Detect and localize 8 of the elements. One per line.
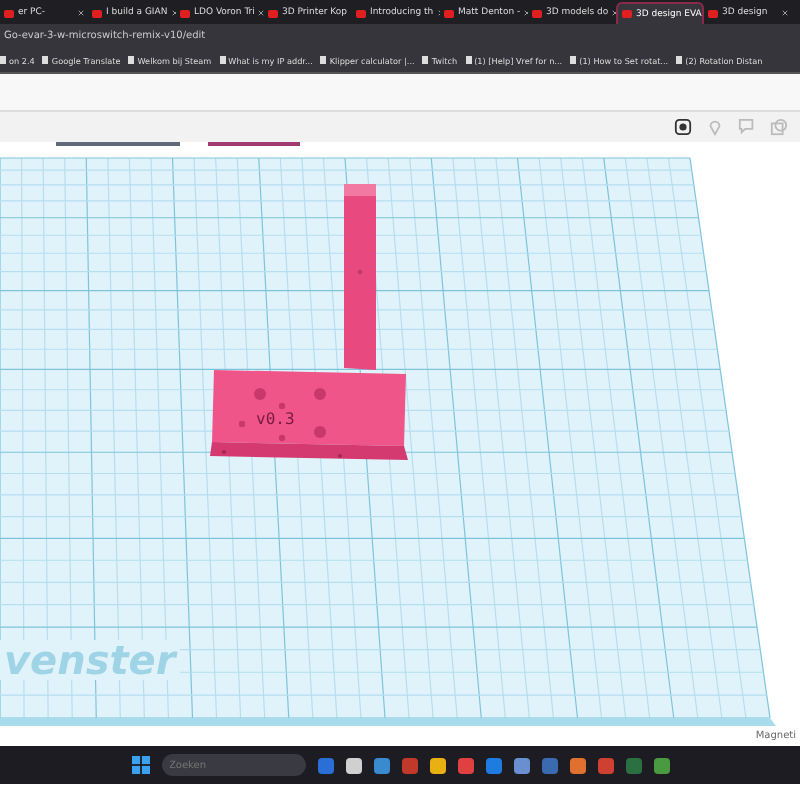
close-icon[interactable] [782, 10, 788, 16]
camera-icon[interactable] [674, 118, 692, 136]
model-engraved-text: v0.3 [256, 410, 295, 428]
close-icon[interactable] [258, 10, 264, 16]
workplane-label: venster [0, 640, 180, 680]
close-icon[interactable] [171, 10, 176, 16]
windows-start-icon[interactable] [131, 756, 149, 774]
close-icon[interactable] [78, 10, 84, 16]
